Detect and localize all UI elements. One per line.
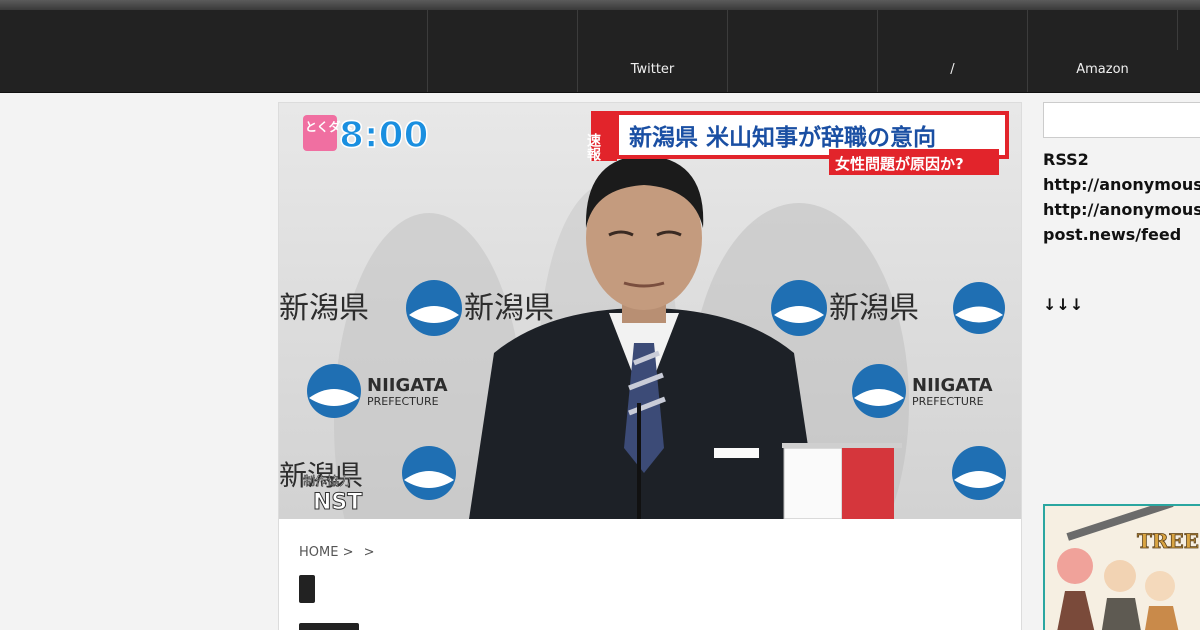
backdrop-text-en-2: PREFECTURE xyxy=(367,395,439,408)
ad-banner-art: TREE OF SAVIOR xyxy=(1045,506,1200,630)
nav-item-amazon[interactable]: Amazon xyxy=(1027,10,1177,92)
rss-url-line-2[interactable]: http://anonymous- xyxy=(1043,200,1200,219)
ad-banner-title: TREE OF SAVIOR xyxy=(1137,529,1200,553)
backdrop-text-en-1: NIIGATA xyxy=(367,375,448,396)
podium-flags xyxy=(782,443,902,519)
backdrop-text-jp-3: 新潟県 xyxy=(829,291,919,326)
headline-caption: 新潟県 米山知事が辞職の意向 xyxy=(629,124,936,151)
nav-item-1[interactable] xyxy=(427,10,577,92)
article-card: 新潟県 新潟県 新潟県 新潟県 NIIGATA PREFECTURE NIIGA… xyxy=(278,102,1022,630)
article-title xyxy=(299,623,359,630)
backdrop-text-en-3: NIIGATA xyxy=(912,375,993,396)
breadcrumb-home[interactable]: HOME > xyxy=(299,545,353,560)
backdrop-text-jp-1: 新潟県 xyxy=(279,291,369,326)
flash-label: 速報 xyxy=(585,132,601,162)
nav-item-amazon-label: Amazon xyxy=(1076,62,1129,77)
nav-item-3[interactable] xyxy=(727,10,877,92)
breadcrumb-separator: > xyxy=(363,545,375,560)
credit-label: 制作協力 xyxy=(303,473,351,488)
backdrop-text-en-4: PREFECTURE xyxy=(912,395,984,408)
nav-item-slash[interactable]: / xyxy=(877,10,1027,92)
page: Twitter / Amazon 新潟県 新潟県 新潟県 新潟県 NIIGATA… xyxy=(0,0,1200,630)
ad-banner[interactable]: TREE OF SAVIOR xyxy=(1043,504,1200,630)
hero-photo: 新潟県 新潟県 新潟県 新潟県 NIIGATA PREFECTURE NIIGA… xyxy=(279,103,1021,519)
category-badge[interactable] xyxy=(299,575,315,603)
browser-top-strip xyxy=(0,0,1200,10)
nav-item-6[interactable] xyxy=(1177,10,1200,50)
backdrop-text-jp-2: 新潟県 xyxy=(464,291,554,326)
nav-item-slash-label: / xyxy=(950,62,955,77)
program-logo: とくダネ 8:00 xyxy=(303,114,429,157)
breadcrumb: HOME > > xyxy=(299,545,381,560)
article-hero-image[interactable]: 新潟県 新潟県 新潟県 新潟県 NIIGATA PREFECTURE NIIGA… xyxy=(279,103,1021,519)
rss-url-line-3[interactable]: post.news/feed xyxy=(1043,225,1181,244)
search-input[interactable] xyxy=(1043,102,1200,138)
program-time: 8:00 xyxy=(339,115,429,156)
down-arrows: ↓↓↓ xyxy=(1043,295,1084,314)
rss-label[interactable]: RSS2 xyxy=(1043,150,1089,169)
nav-item-twitter[interactable]: Twitter xyxy=(577,10,727,92)
subheadline-caption: 女性問題が原因か? xyxy=(835,155,964,173)
nav-item-twitter-label: Twitter xyxy=(630,62,675,77)
global-nav: Twitter / Amazon xyxy=(427,10,1200,92)
credit-name: NST xyxy=(313,490,362,515)
rss-url-line-1[interactable]: http://anonymous- xyxy=(1043,175,1200,194)
site-header: Twitter / Amazon xyxy=(0,10,1200,93)
